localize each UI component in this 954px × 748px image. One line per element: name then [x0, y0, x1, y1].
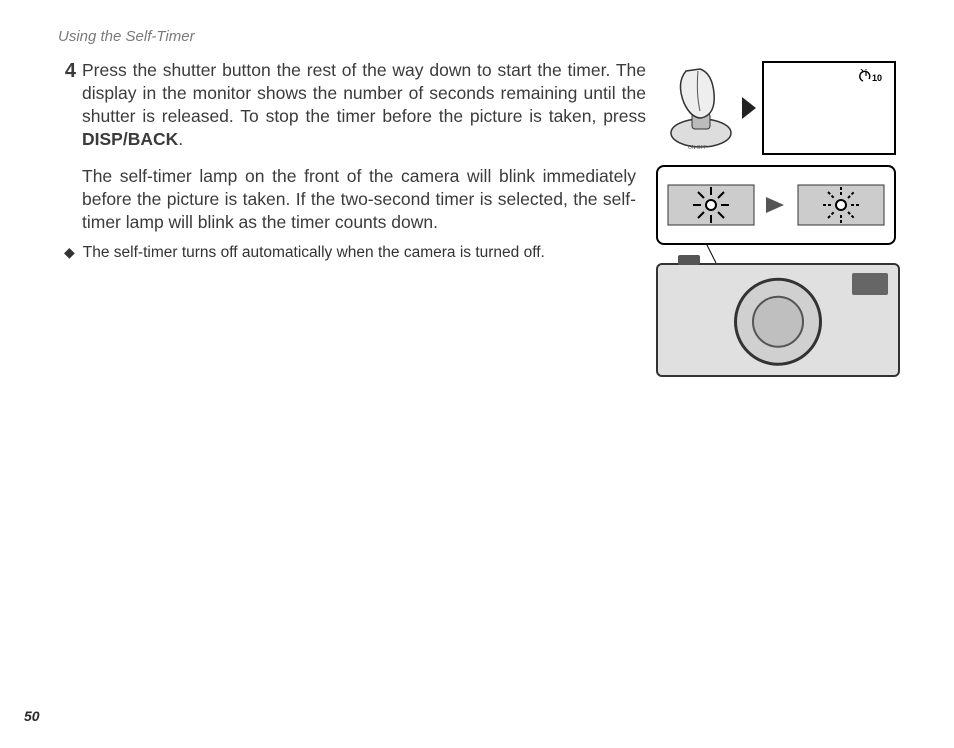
svg-text:10: 10 [872, 73, 882, 83]
lamp-blink-dim-icon [796, 175, 886, 235]
step-text-b: . [178, 129, 183, 149]
shutter-press-illustration: ON OFF [666, 63, 736, 153]
note-bullet-icon: ◆ [64, 244, 75, 262]
self-timer-lamp-paragraph: The self-timer lamp on the front of the … [58, 165, 636, 234]
camera-dial-icon [678, 255, 700, 265]
shutter-and-monitor-figure: ON OFF 10 10 [666, 61, 896, 155]
note: ◆ The self-timer turns off automatically… [58, 244, 636, 262]
step-row: 4 Press the shutter button the rest of t… [58, 59, 896, 155]
step-4: 4 Press the shutter button the rest of t… [58, 59, 646, 151]
viewfinder-icon [852, 273, 888, 295]
camera-figure [656, 165, 896, 377]
monitor-display: 10 10 [762, 61, 896, 155]
on-off-label: ON OFF [688, 145, 707, 151]
note-text: The self-timer turns off automatically w… [83, 244, 545, 262]
lamp-blink-icon [666, 175, 756, 235]
disp-back-label: DISP/BACK [82, 129, 178, 149]
step-number: 4 [58, 59, 76, 151]
page: Using the Self-Timer 4 Press the shutter… [0, 0, 954, 748]
camera-lens-icon [734, 278, 822, 366]
lamp-callout-box [656, 165, 896, 245]
step-text: Press the shutter button the rest of the… [82, 59, 646, 151]
camera-illustration [656, 263, 900, 377]
timer-icon: 10 10 [858, 69, 886, 86]
step-text-a: Press the shutter button the rest of the… [82, 60, 646, 126]
arrow-right-icon [742, 93, 756, 123]
paragraph-row: The self-timer lamp on the front of the … [58, 165, 896, 377]
arrow-right-icon [766, 197, 786, 213]
page-header: Using the Self-Timer [58, 28, 896, 45]
page-number: 50 [24, 708, 40, 724]
